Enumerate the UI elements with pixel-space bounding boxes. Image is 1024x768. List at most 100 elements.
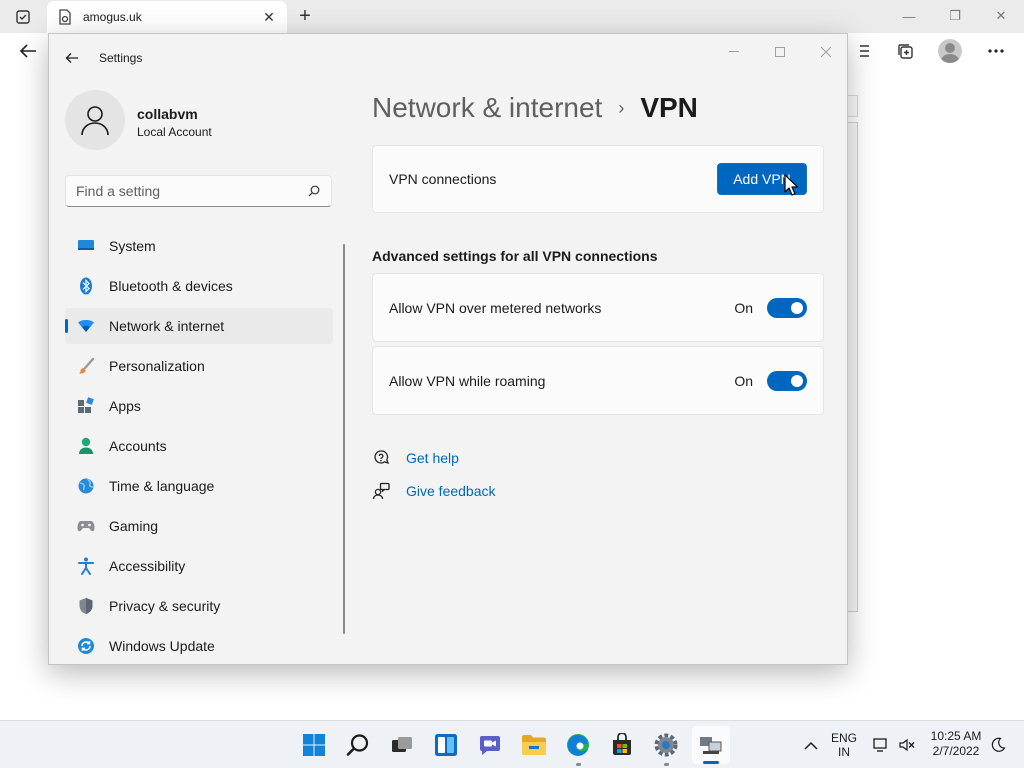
page-element-edge: [848, 95, 858, 117]
settings-back-button[interactable]: [61, 47, 83, 69]
shield-icon: [77, 597, 95, 615]
windows-logo-icon: [303, 734, 325, 756]
network-disconnected-icon: [873, 738, 887, 752]
arrow-left-icon: [65, 53, 78, 63]
sidebar-item-bluetooth-devices[interactable]: Bluetooth & devices: [65, 268, 333, 304]
tab-close-icon[interactable]: ✕: [261, 9, 277, 25]
reading-list-button[interactable]: [850, 40, 874, 62]
task-view-icon: [392, 737, 412, 752]
start-button[interactable]: [300, 731, 328, 759]
nav-scrollbar[interactable]: [343, 244, 345, 634]
toggle-knob: [791, 301, 803, 314]
microsoft-store-button[interactable]: [608, 731, 636, 759]
sidebar-item-accessibility[interactable]: Accessibility: [65, 548, 333, 584]
search-icon[interactable]: [307, 184, 321, 198]
browser-close-button[interactable]: ✕: [978, 0, 1024, 32]
monitor-icon: [77, 237, 95, 255]
roaming-toggle[interactable]: [767, 370, 807, 391]
clock-date: 2/7/2022: [932, 744, 980, 758]
page-title: VPN: [640, 92, 698, 123]
sidebar-item-label: Bluetooth & devices: [109, 278, 233, 294]
sidebar-item-apps[interactable]: Apps: [65, 388, 333, 424]
settings-maximize-button[interactable]: [757, 38, 803, 66]
settings-close-button[interactable]: [803, 38, 847, 66]
sidebar-item-gaming[interactable]: Gaming: [65, 508, 333, 544]
browser-profile-avatar[interactable]: [938, 39, 962, 63]
gamepad-icon: [77, 517, 95, 535]
collections-icon: [898, 44, 913, 59]
mouse-cursor-icon: [784, 174, 798, 196]
profile-account-type: Local Account: [137, 125, 212, 139]
task-view-button[interactable]: [388, 731, 416, 759]
bluetooth-icon: [77, 277, 95, 295]
volume-button[interactable]: [894, 731, 920, 759]
browser-minimize-button[interactable]: —: [886, 0, 932, 32]
minimize-icon: [729, 51, 739, 52]
sidebar-item-network-internet[interactable]: Network & internet: [65, 308, 333, 344]
metered-networks-card: Allow VPN over metered networks On: [372, 273, 824, 342]
widgets-button[interactable]: [432, 731, 460, 759]
sidebar-item-label: Windows Update: [109, 638, 215, 654]
sidebar-item-time-language[interactable]: Time & language: [65, 468, 333, 504]
update-icon: [77, 637, 95, 655]
taskbar-active-indicator: [703, 761, 719, 764]
folder-icon: [522, 735, 546, 755]
search-input[interactable]: Find a setting: [65, 175, 332, 207]
network-status-button[interactable]: [868, 731, 894, 759]
computer-network-icon: [700, 737, 722, 754]
sidebar-item-personalization[interactable]: Personalization: [65, 348, 333, 384]
browser-tab[interactable]: amogus.uk ✕: [47, 1, 287, 33]
browser-menu-button[interactable]: [984, 40, 1008, 62]
wifi-icon: [77, 317, 95, 335]
collections-button[interactable]: [893, 40, 917, 62]
show-hidden-icons-button[interactable]: [798, 731, 824, 759]
sidebar-item-label: Accessibility: [109, 558, 186, 574]
browser-back-button[interactable]: [14, 40, 42, 62]
toggle-state-label: On: [734, 299, 753, 316]
give-feedback-label[interactable]: Give feedback: [406, 483, 496, 499]
sidebar-item-label: Apps: [109, 398, 141, 414]
input-language-indicator[interactable]: ENG IN: [828, 731, 860, 759]
browser-restore-button[interactable]: ❐: [932, 0, 978, 32]
person-icon: [77, 437, 95, 455]
advanced-settings-heading: Advanced settings for all VPN connection…: [372, 248, 658, 264]
sidebar-item-accounts[interactable]: Accounts: [65, 428, 333, 464]
teams-chat-button[interactable]: [476, 731, 504, 759]
new-tab-button[interactable]: +: [294, 5, 316, 27]
sidebar-item-system[interactable]: System: [65, 228, 333, 264]
metered-networks-toggle[interactable]: [767, 297, 807, 318]
chat-icon: [480, 736, 500, 755]
edge-browser-button[interactable]: [564, 731, 592, 759]
settings-app-button[interactable]: [652, 731, 680, 759]
focus-assist-button[interactable]: [986, 731, 1010, 759]
speaker-muted-icon: [899, 738, 915, 752]
taskbar: ENG IN 10:25 AM 2/7/2022: [0, 720, 1024, 768]
breadcrumb-parent[interactable]: Network & internet: [372, 92, 602, 124]
running-indicator: [576, 763, 581, 766]
edge-icon: [567, 734, 589, 756]
page-scrollbar[interactable]: [848, 122, 858, 612]
sidebar-item-label: Network & internet: [109, 318, 225, 334]
apps-icon: [77, 397, 95, 415]
clock-time: 10:25 AM: [930, 729, 982, 743]
feedback-icon: [372, 482, 390, 500]
close-icon: [821, 47, 831, 57]
get-help-link[interactable]: Get help: [372, 449, 459, 467]
file-explorer-button[interactable]: [520, 731, 548, 759]
more-horizontal-icon: [988, 49, 1004, 53]
avatar[interactable]: [65, 90, 125, 150]
settings-window: Settings collabvm Local Account Find a s…: [48, 33, 848, 665]
get-help-label[interactable]: Get help: [406, 450, 459, 466]
give-feedback-link[interactable]: Give feedback: [372, 482, 496, 500]
sidebar-item-label: Time & language: [109, 478, 215, 494]
clock[interactable]: 10:25 AM 2/7/2022: [926, 729, 986, 759]
vpn-connections-label: VPN connections: [389, 171, 497, 187]
widgets-icon: [435, 734, 457, 756]
settings-minimize-button[interactable]: [711, 38, 757, 66]
sidebar-item-windows-update[interactable]: Windows Update: [65, 628, 333, 664]
sidebar-item-privacy-security[interactable]: Privacy & security: [65, 588, 333, 624]
remote-desktop-button[interactable]: [697, 731, 725, 759]
taskbar-search-button[interactable]: [344, 731, 372, 759]
chevron-up-icon: [804, 741, 818, 750]
tab-actions-button[interactable]: [8, 6, 38, 28]
